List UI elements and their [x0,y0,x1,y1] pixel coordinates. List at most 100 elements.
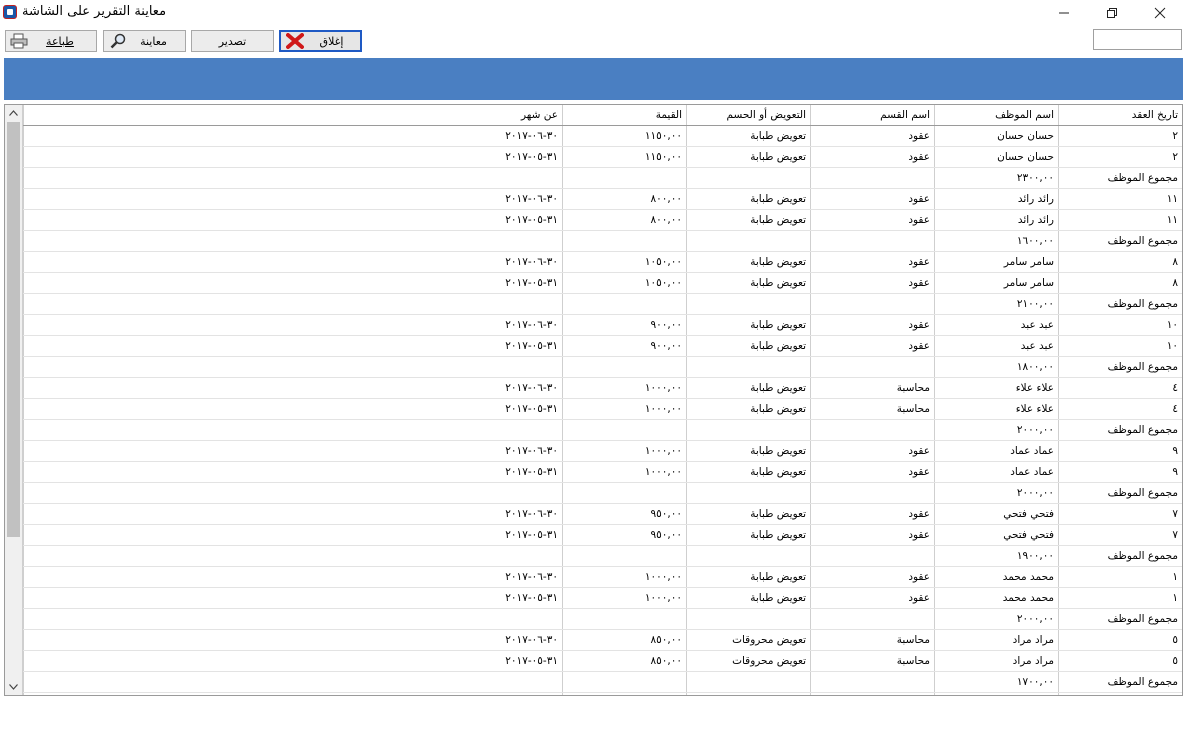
close-report-button[interactable]: إغلاق [279,30,362,52]
minimize-button[interactable] [1041,0,1087,26]
cell-department: عقود [810,335,935,357]
cell-department: عقود [810,587,935,609]
cell-amount [562,167,687,189]
table-row[interactable]: ١٢مسعود مسعودعقودتعويض طبابة٨٠٠,٠٠٣٠-٠٦-… [23,692,1182,695]
cell-department: عقود [810,272,935,294]
subtotal-row[interactable]: مجموع الموظف ١٦٠٠,٠٠ [23,230,1182,252]
search-field[interactable] [1093,29,1182,50]
column-header-department[interactable]: اسم القسم [810,105,935,126]
cell-month: ٣٠-٠٦-٢٠١٧ [23,566,563,588]
subtotal-row[interactable]: مجموع الموظف ٢١٠٠,٠٠ [23,293,1182,315]
table-row[interactable]: ١٠ عبد عبد عقود تعويض طبابة ٩٠٠,٠٠ ٣١-٠٥-٢٠١٧ [23,335,1182,357]
cell-allowance-type: تعويض طبابة [686,209,811,231]
cell-contract-date: ١ [1058,587,1182,609]
column-header-contract-date[interactable]: تاريخ العقد [1058,105,1182,126]
cell-month: ٣٠-٠٦-٢٠١٧ [23,125,563,147]
table-row[interactable]: ٢ حسان حسان عقود تعويض طبابة ١١٥٠,٠٠ ٣٠-٠٦-٢٠… [23,125,1182,147]
column-header-allowance-type[interactable]: التعويض أو الحسم [686,105,811,126]
cell-month [23,545,563,567]
cell-amount: ٩٠٠,٠٠ [562,314,687,336]
cell-employee-name: حسان حسان [934,146,1059,168]
cell-department: عقود [810,440,935,462]
cell-allowance-type [686,482,811,504]
print-button[interactable]: طباعة [5,30,97,52]
subtotal-row[interactable]: مجموع الموظف ١٧٠٠,٠٠ [23,671,1182,693]
scrollbar-thumb[interactable] [7,122,20,537]
cell-month: ٣١-٠٥-٢٠١٧ [23,272,563,294]
table-row[interactable]: ١ محمد محمد عقود تعويض طبابة ١٠٠٠,٠٠ ٣١-٠٥-٢٠… [23,587,1182,609]
cell-employee-name: فتحي فتحي [934,503,1059,525]
cell-allowance-type: تعويض طبابة [686,524,811,546]
printer-icon [10,33,28,49]
cell-month: ٣٠-٠٦-٢٠١٧ [23,251,563,273]
subtotal-row[interactable]: مجموع الموظف ١٨٠٠,٠٠ [23,356,1182,378]
subtotal-row[interactable]: مجموع الموظف ٢٠٠٠,٠٠ [23,419,1182,441]
maximize-button[interactable] [1089,0,1135,26]
table-row[interactable]: ٨ سامر سامر عقود تعويض طبابة ١٠٥٠,٠٠ ٣١-٠٥-٢٠… [23,272,1182,294]
cell-department [810,230,935,252]
cell-employee-name: عبد عبد [934,335,1059,357]
cell-contract-date: ٨ [1058,251,1182,273]
close-window-button[interactable] [1137,0,1183,26]
cell-amount [562,356,687,378]
table-row[interactable]: ٧ فتحي فتحي عقود تعويض طبابة ٩٥٠,٠٠ ٣٠-٠٦-٢٠١… [23,503,1182,525]
cell-department: محاسبة [810,629,935,651]
subtotal-row[interactable]: مجموع الموظف ٢٣٠٠,٠٠ [23,167,1182,189]
cell-contract-date: ٢ [1058,146,1182,168]
table-row[interactable]: ٢ حسان حسان عقود تعويض طبابة ١١٥٠,٠٠ ٣١-٠٥-٢٠… [23,146,1182,168]
app-icon [3,5,17,19]
cell-allowance-type: تعويض محروقات [686,629,811,651]
scroll-up-icon[interactable] [5,105,22,121]
cell-contract-date: ٩ [1058,440,1182,462]
cell-allowance-type [686,671,811,693]
cell-employee-name: مسعود مسعود [934,692,1059,695]
subtotal-row[interactable]: مجموع الموظف ٢٠٠٠,٠٠ [23,608,1182,630]
cell-employee-name: عماد عماد [934,461,1059,483]
cell-allowance-type [686,545,811,567]
cell-department: عقود [810,692,935,695]
vertical-scrollbar[interactable] [5,105,23,695]
cell-contract-date: ١٠ [1058,335,1182,357]
subtotal-row[interactable]: مجموع الموظف ٢٠٠٠,٠٠ [23,482,1182,504]
cell-department: عقود [810,566,935,588]
column-header-month[interactable]: عن شهر [23,105,563,126]
cell-employee-name: ٢٠٠٠,٠٠ [934,608,1059,630]
cell-department [810,671,935,693]
cell-contract-date: ٧ [1058,503,1182,525]
cell-department: عقود [810,209,935,231]
cell-allowance-type: تعويض طبابة [686,503,811,525]
cell-department: محاسبة [810,377,935,399]
table-row[interactable]: ١١ رائد رائد عقود تعويض طبابة ٨٠٠,٠٠ ٣٠-٠٦-٢٠… [23,188,1182,210]
cell-employee-name: حسان حسان [934,125,1059,147]
preview-label: معاينة [140,34,167,48]
cell-month [23,482,563,504]
cell-month: ٣١-٠٥-٢٠١٧ [23,398,563,420]
table-row[interactable]: ٥ مراد مراد محاسبة تعويض محروقات ٨٥٠,٠٠ ٣٠-٠٦… [23,629,1182,651]
table-row[interactable]: ٨ سامر سامر عقود تعويض طبابة ١٠٥٠,٠٠ ٣٠-٠٦-٢٠… [23,251,1182,273]
restore-icon [1107,8,1117,18]
table-row[interactable]: ١١ رائد رائد عقود تعويض طبابة ٨٠٠,٠٠ ٣١-٠٥-٢٠… [23,209,1182,231]
preview-button[interactable]: معاينة [103,30,186,52]
export-button[interactable]: تصدير [191,30,274,52]
cell-month [23,356,563,378]
cell-allowance-type [686,419,811,441]
table-row[interactable]: ٤ علاء علاء محاسبة تعويض طبابة ١٠٠٠,٠٠ ٣٠-٠٦-… [23,377,1182,399]
cell-amount: ١٠٠٠,٠٠ [562,398,687,420]
scroll-down-icon[interactable] [5,679,22,695]
cell-employee-name: ٢١٠٠,٠٠ [934,293,1059,315]
cell-employee-name: ١٩٠٠,٠٠ [934,545,1059,567]
table-row[interactable]: ١ محمد محمد عقود تعويض طبابة ١٠٠٠,٠٠ ٣٠-٠٦-٢٠… [23,566,1182,588]
cell-employee-name: مراد مراد [934,650,1059,672]
table-row[interactable]: ٥ مراد مراد محاسبة تعويض محروقات ٨٥٠,٠٠ ٣١-٠٥… [23,650,1182,672]
table-row[interactable]: ٩ عماد عماد عقود تعويض طبابة ١٠٠٠,٠٠ ٣١-٠٥-٢٠… [23,461,1182,483]
table-row[interactable]: ٧ فتحي فتحي عقود تعويض طبابة ٩٥٠,٠٠ ٣١-٠٥-٢٠١… [23,524,1182,546]
cell-allowance-type: تعويض طبابة [686,188,811,210]
column-header-employee-name[interactable]: اسم الموظف [934,105,1059,126]
cell-department [810,167,935,189]
table-row[interactable]: ٩ عماد عماد عقود تعويض طبابة ١٠٠٠,٠٠ ٣٠-٠٦-٢٠… [23,440,1182,462]
subtotal-row[interactable]: مجموع الموظف ١٩٠٠,٠٠ [23,545,1182,567]
cell-department: عقود [810,461,935,483]
column-header-amount[interactable]: القيمة [562,105,687,126]
table-row[interactable]: ١٠ عبد عبد عقود تعويض طبابة ٩٠٠,٠٠ ٣٠-٠٦-٢٠١٧ [23,314,1182,336]
table-row[interactable]: ٤ علاء علاء محاسبة تعويض طبابة ١٠٠٠,٠٠ ٣١-٠٥-… [23,398,1182,420]
